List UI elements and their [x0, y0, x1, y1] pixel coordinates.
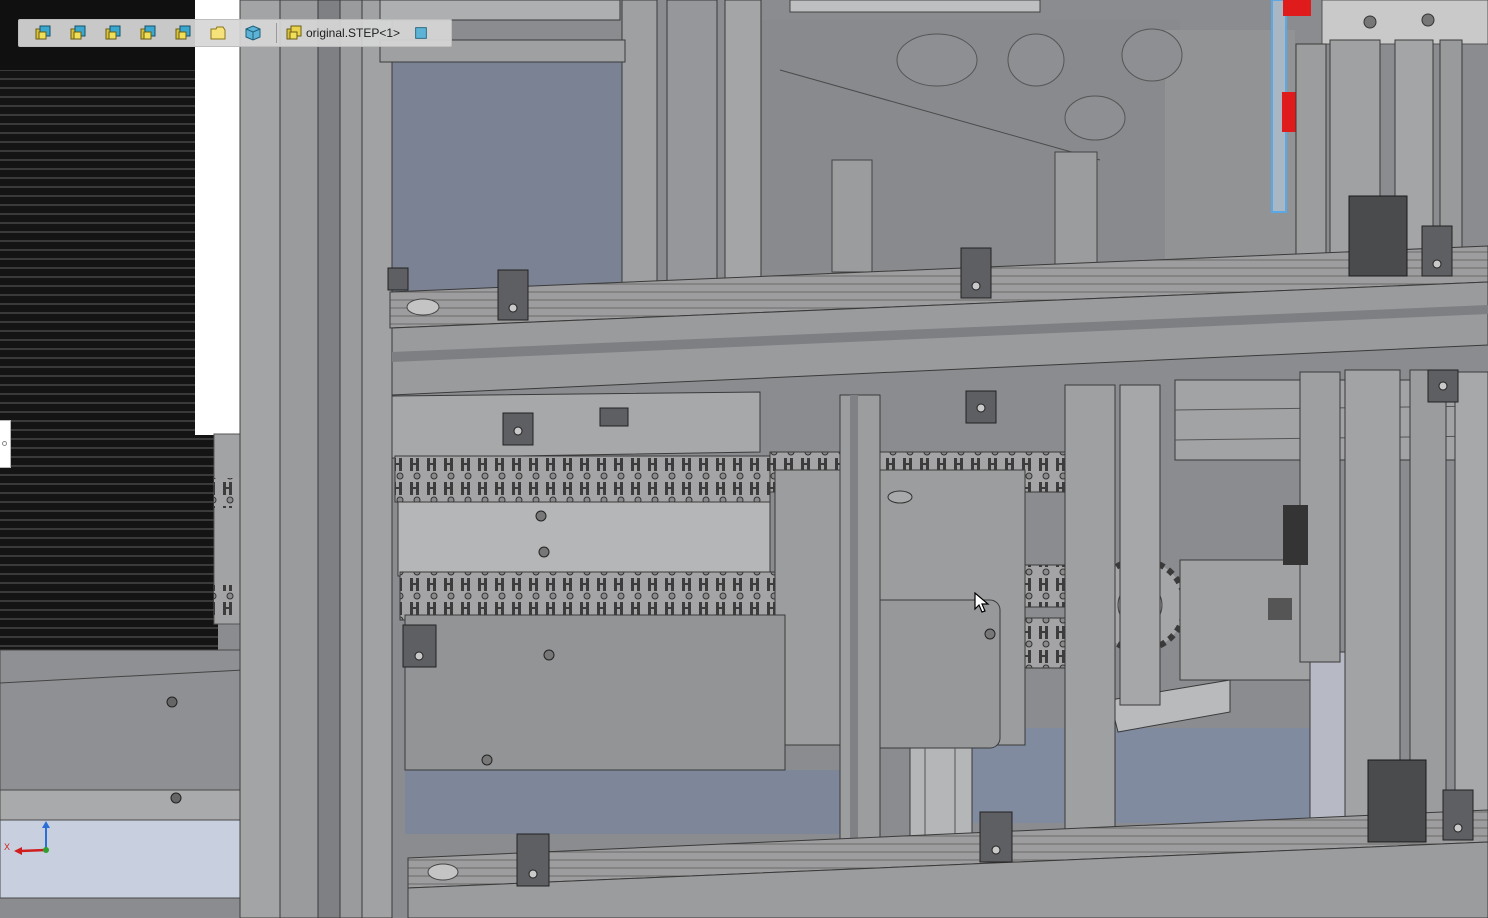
panel-handle-icon [2, 441, 7, 446]
breadcrumb-root[interactable]: original.STEP<1> [283, 22, 404, 44]
assembly-icon [140, 25, 156, 40]
breadcrumb-assembly-3[interactable] [101, 22, 125, 44]
cad-viewport[interactable] [0, 0, 1488, 918]
folder-icon [210, 26, 226, 40]
breadcrumb-assembly-2[interactable] [66, 22, 90, 44]
side-panel-tab[interactable] [0, 420, 11, 468]
assembly-icon [35, 25, 51, 40]
mouse-pointer-icon [974, 592, 990, 613]
assembly-icon [70, 25, 86, 40]
breadcrumb-assembly-5[interactable] [171, 22, 195, 44]
selection-breadcrumb-toolbar: original.STEP<1> [18, 19, 452, 47]
breadcrumb-part[interactable] [241, 22, 265, 44]
breadcrumb-folder[interactable] [206, 22, 230, 44]
triad-x-label: X [4, 842, 11, 852]
triad-axes-icon [14, 821, 50, 855]
assembly-icon [286, 25, 302, 40]
reference-triad: X [4, 820, 56, 862]
breadcrumb-assembly-1[interactable] [31, 22, 55, 44]
breadcrumb-assembly-4[interactable] [136, 22, 160, 44]
breadcrumb-separator [276, 23, 277, 43]
breadcrumb-root-label: original.STEP<1> [306, 26, 401, 40]
assembly-icon [175, 25, 191, 40]
part-icon [245, 25, 261, 41]
assembly-icon [105, 25, 121, 40]
select-part-icon [415, 27, 427, 39]
breadcrumb-select-part[interactable] [410, 22, 432, 44]
